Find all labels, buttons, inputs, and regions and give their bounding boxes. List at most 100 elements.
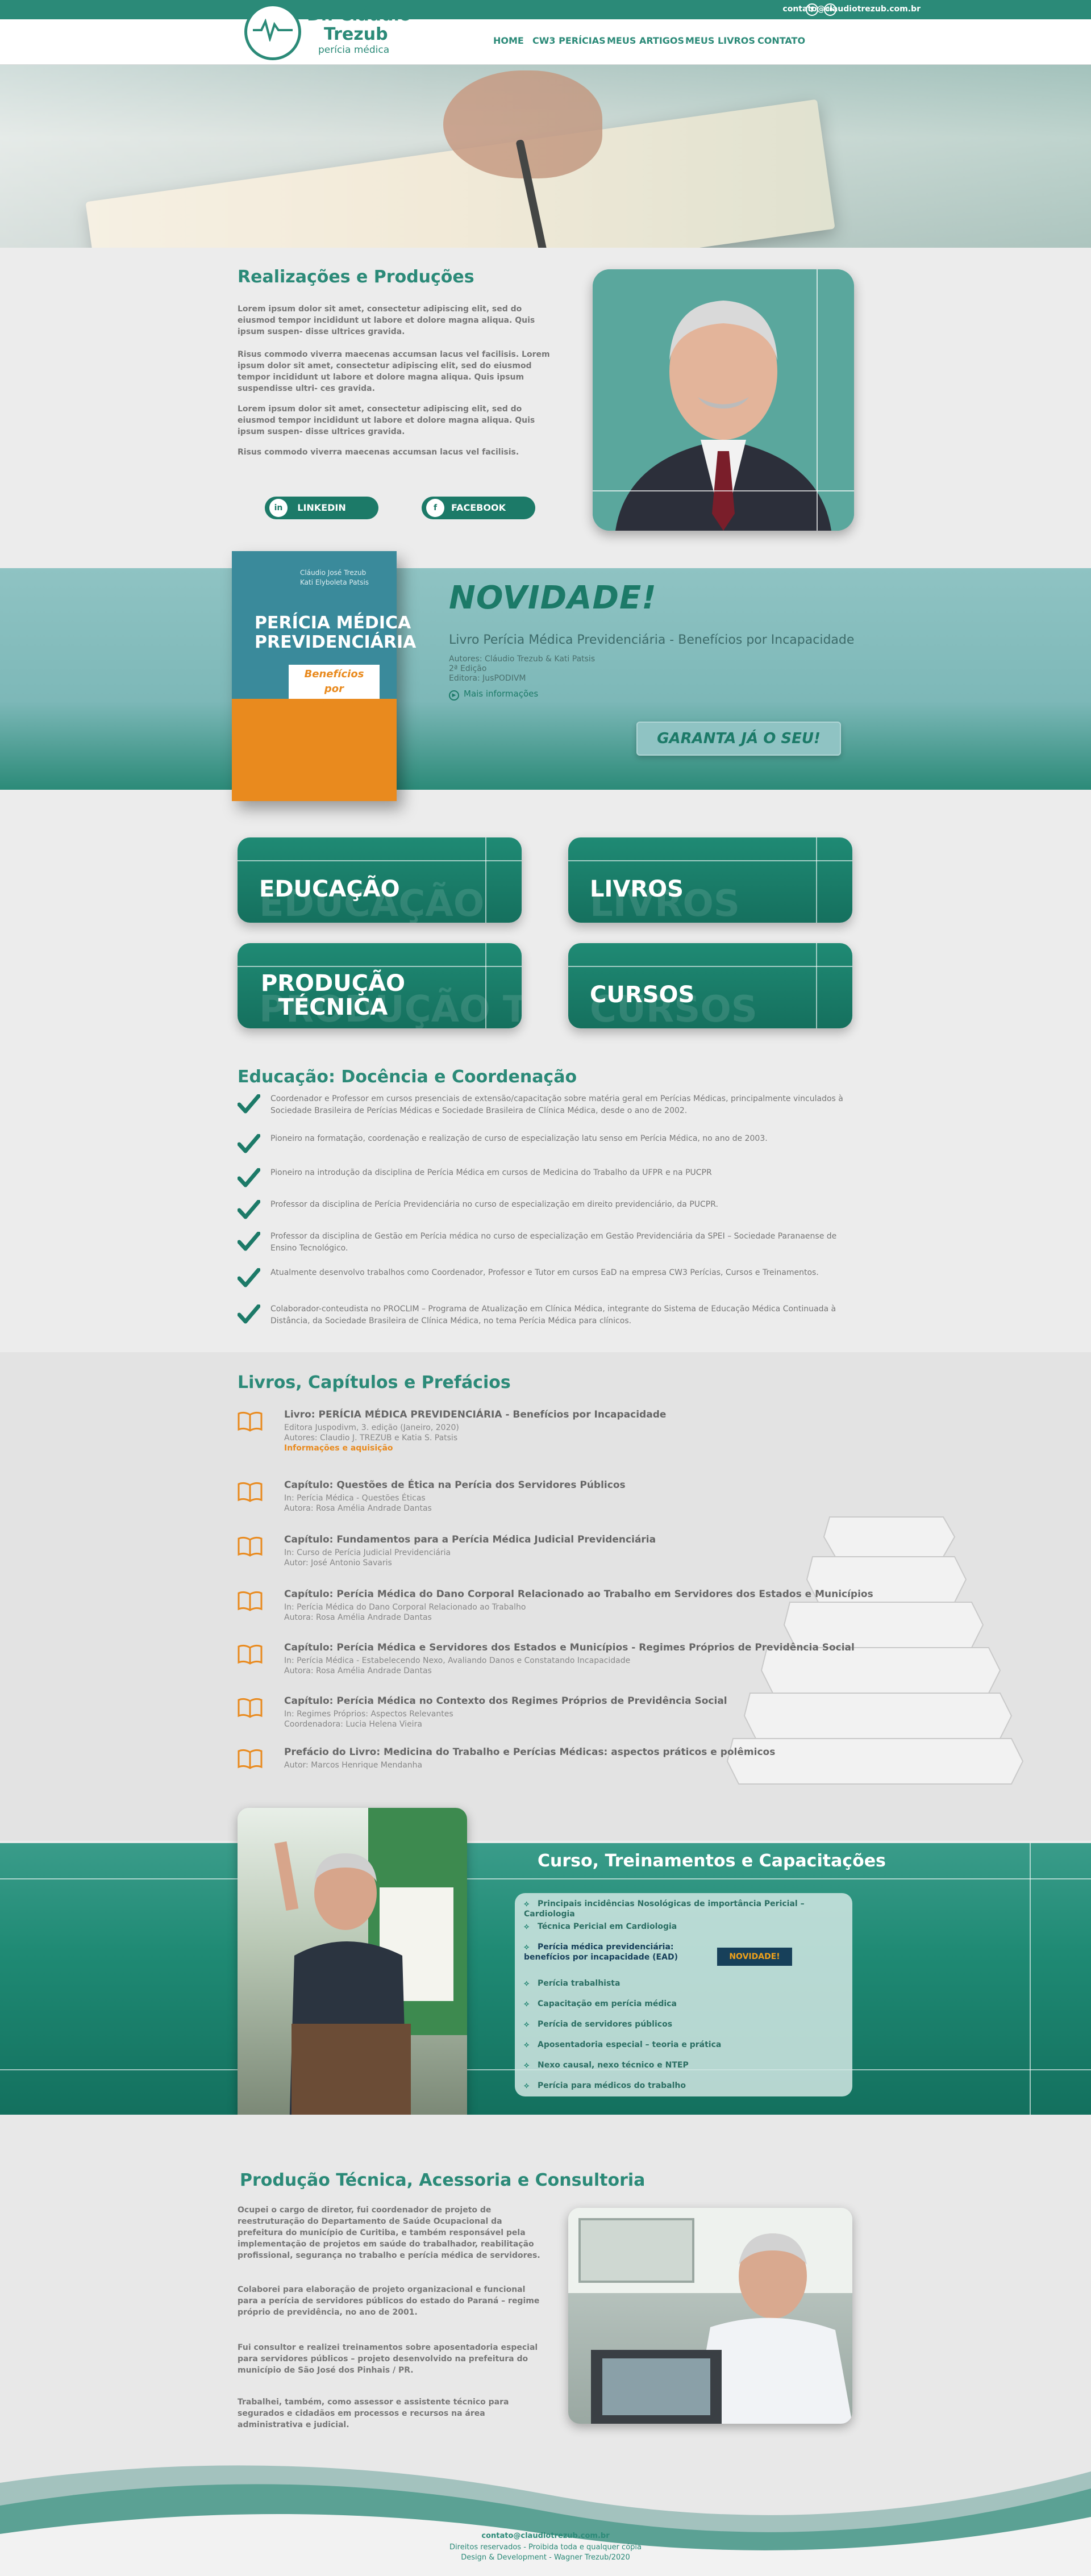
header-email[interactable]: contato@claudiotrezub.com.br [782,5,921,14]
livro-title[interactable]: Capítulo: Perícia Médica e Servidores do… [284,1642,855,1653]
curso-item[interactable]: ⟡ Técnica Pericial em Cardiologia [524,1921,831,1932]
nav-meus-artigos[interactable]: MEUS ARTIGOS [607,35,684,46]
doctor-portrait [593,269,854,531]
cover-author-2: Kati Elyboleta Patsis [300,578,369,586]
livro-title[interactable]: Livro: PERÍCIA MÉDICA PREVIDENCIÁRIA - B… [284,1409,666,1420]
top-bar: contato@claudiotrezub.com.br f in [0,0,1091,19]
educacao-item: Professor da disciplina de Gestão em Per… [270,1232,837,1253]
book-icon [238,1410,263,1432]
novidade-publisher: Editora: JusPODIVM [449,674,526,683]
curso-item-label: Capacitação em perícia médica [538,1999,677,2008]
book-icon [238,1697,263,1718]
curso-item[interactable]: ⟡ Nexo causal, nexo técnico e NTEP [524,2060,831,2070]
educacao-item: Colaborador-conteudista no PROCLIM – Pro… [270,1304,836,1325]
check-icon [238,1304,260,1324]
livro-meta: Autora: Rosa Amélia Andrade Dantas [284,1666,432,1675]
cover-title-2: PREVIDENCIÁRIA [255,632,417,652]
livro-meta: Autora: Rosa Amélia Andrade Dantas [284,1613,432,1622]
curso-item[interactable]: ⟡ Perícia médica previdenciária: benefíci… [524,1942,711,1962]
hero-overlay [0,65,1091,248]
livro-title[interactable]: Capítulo: Perícia Médica no Contexto dos… [284,1695,727,1707]
pulse-icon: ⟡ [524,2061,530,2070]
livro-title[interactable]: Prefácio do Livro: Medicina do Trabalho … [284,1746,775,1758]
pulse-icon: ⟡ [524,1943,530,1952]
livro-title[interactable]: Capítulo: Fundamentos para a Perícia Méd… [284,1534,656,1545]
linkedin-label: LINKEDIN [297,502,346,513]
educacao-item: Pioneiro na formatação, coordenação e re… [270,1134,768,1143]
novidade-authors: Autores: Cláudio Trezub & Kati Patsis [449,655,596,664]
livro-meta: Editora Juspodivm, 3. edição (Janeiro, 2… [284,1423,459,1432]
cover-sub-2: por Incapacidade [295,683,373,710]
linkedin-icon[interactable]: in [824,3,836,16]
logo-subtitle: perícia médica [318,44,390,56]
nav-home[interactable]: HOME [493,35,524,46]
curso-item[interactable]: ⟡ Perícia de servidores públicos [524,2019,831,2029]
curso-item-label: Principais incidências Nosológicas de im… [524,1899,805,1919]
curso-item[interactable]: ⟡ Aposentadoria especial – teoria e práti… [524,2040,831,2050]
livro-title[interactable]: Capítulo: Perícia Médica do Dano Corpora… [284,1589,873,1600]
logo-line-1: Dr. Cláudio [307,5,411,25]
page: contato@claudiotrezub.com.br f in Dr. Cl… [0,0,1091,2576]
nav-meus-livros[interactable]: MEUS LIVROS [685,35,755,46]
check-icon [238,1232,260,1251]
livro-meta: Coordenadora: Lucia Helena Vieira [284,1720,422,1729]
logo-name[interactable]: Dr. Cláudio Trezub [307,6,411,44]
pulse-icon: ⟡ [524,2081,530,2090]
educacao-item: Professor da disciplina de Perícia Previ… [270,1200,718,1209]
facebook-icon[interactable]: f [806,3,818,16]
play-circle-icon: ▶ [449,690,459,701]
nav-contato[interactable]: CONTATO [757,35,805,46]
logo-mark-icon[interactable] [244,3,301,60]
tile-cursos-ghost: CURSOS [590,989,757,1028]
livro-meta: In: Perícia Médica - Questões Éticas [284,1494,426,1503]
curso-item-label: Técnica Pericial em Cardiologia [538,1922,677,1931]
check-icon [238,1200,260,1219]
educacao-item: Coordenador e Professor em cursos presen… [270,1094,843,1115]
tile-educacao[interactable]: EDUCAÇÃO EDUCAÇÃO [238,837,522,923]
tile-producao-tecnica[interactable]: PRODUÇÃO TÉCNICA PRODUÇÃO TÉCNICA [238,943,522,1028]
producao-title: Produção Técnica, Acessoria e Consultori… [240,2170,646,2190]
cover-orange-panel [232,699,397,801]
educacao-title: Educação: Docência e Coordenação [238,1067,577,1087]
curso-item[interactable]: ⟡ Capacitação em perícia médica [524,1999,831,2009]
realizacoes-p1: Lorem ipsum dolor sit amet, consectetur … [238,305,535,336]
check-icon [238,1268,260,1287]
guarantee-button[interactable]: GARANTA JÁ O SEU! [636,722,841,756]
cover-author-1: Cláudio José Trezub [300,569,367,577]
curso-item-label: Perícia trabalhista [538,1979,621,1988]
livro-meta: In: Regimes Próprios: Aspectos Relevante… [284,1710,453,1719]
pulse-icon: ⟡ [524,2040,530,2049]
book-cover[interactable]: Cláudio José Trezub Kati Elyboleta Patsi… [232,551,416,801]
tile-cursos[interactable]: CURSOS CURSOS [568,943,852,1028]
curso-item[interactable]: ⟡ Principais incidências Nosológicas de i… [524,1899,831,1919]
linkedin-icon: in [269,499,288,517]
curso-item-label: Perícia para médicos do trabalho [538,2081,686,2090]
cover-title-1: PERÍCIA MÉDICA [255,613,411,633]
facebook-icon: f [426,499,444,517]
livro-meta: In: Curso de Perícia Judicial Previdenci… [284,1548,451,1557]
facebook-button[interactable]: f FACEBOOK [422,497,535,519]
realizacoes-p3: Lorem ipsum dolor sit amet, consectetur … [238,405,535,436]
office-photo [568,2208,852,2424]
footer-email[interactable]: contato@claudiotrezub.com.br [0,2532,1091,2540]
tile-livros[interactable]: LIVROS LIVROS [568,837,852,923]
more-info-link[interactable]: ▶ Mais informações [449,689,538,701]
check-icon [238,1094,260,1114]
book-icon [238,1535,263,1557]
pulse-icon: ⟡ [524,1922,530,1931]
curso-item[interactable]: ⟡ Perícia para médicos do trabalho [524,2081,831,2091]
nav-cw3-pericias[interactable]: CW3 PERÍCIAS [532,35,606,46]
livro-meta: Autor: José Antonio Savaris [284,1558,392,1568]
livro-info-link[interactable]: Informações e aquisição [284,1443,393,1453]
curso-item[interactable]: ⟡ Perícia trabalhista [524,1978,831,1989]
book-icon [238,1643,263,1665]
footer-dev: Design & Development - Wagner Trezub/202… [461,2553,630,2562]
linkedin-button[interactable]: in LINKEDIN [265,497,378,519]
livro-meta: Autores: Claudio J. TREZUB e Katia S. Pa… [284,1433,458,1443]
speaker-photo [238,1808,467,2149]
logo-line-2: Trezub [324,24,388,44]
hero-banner [0,65,1091,248]
livro-title[interactable]: Capítulo: Questões de Ética na Perícia d… [284,1479,626,1491]
curso-item-label: Aposentadoria especial – teoria e prátic… [538,2040,722,2049]
facebook-label: FACEBOOK [451,502,506,513]
